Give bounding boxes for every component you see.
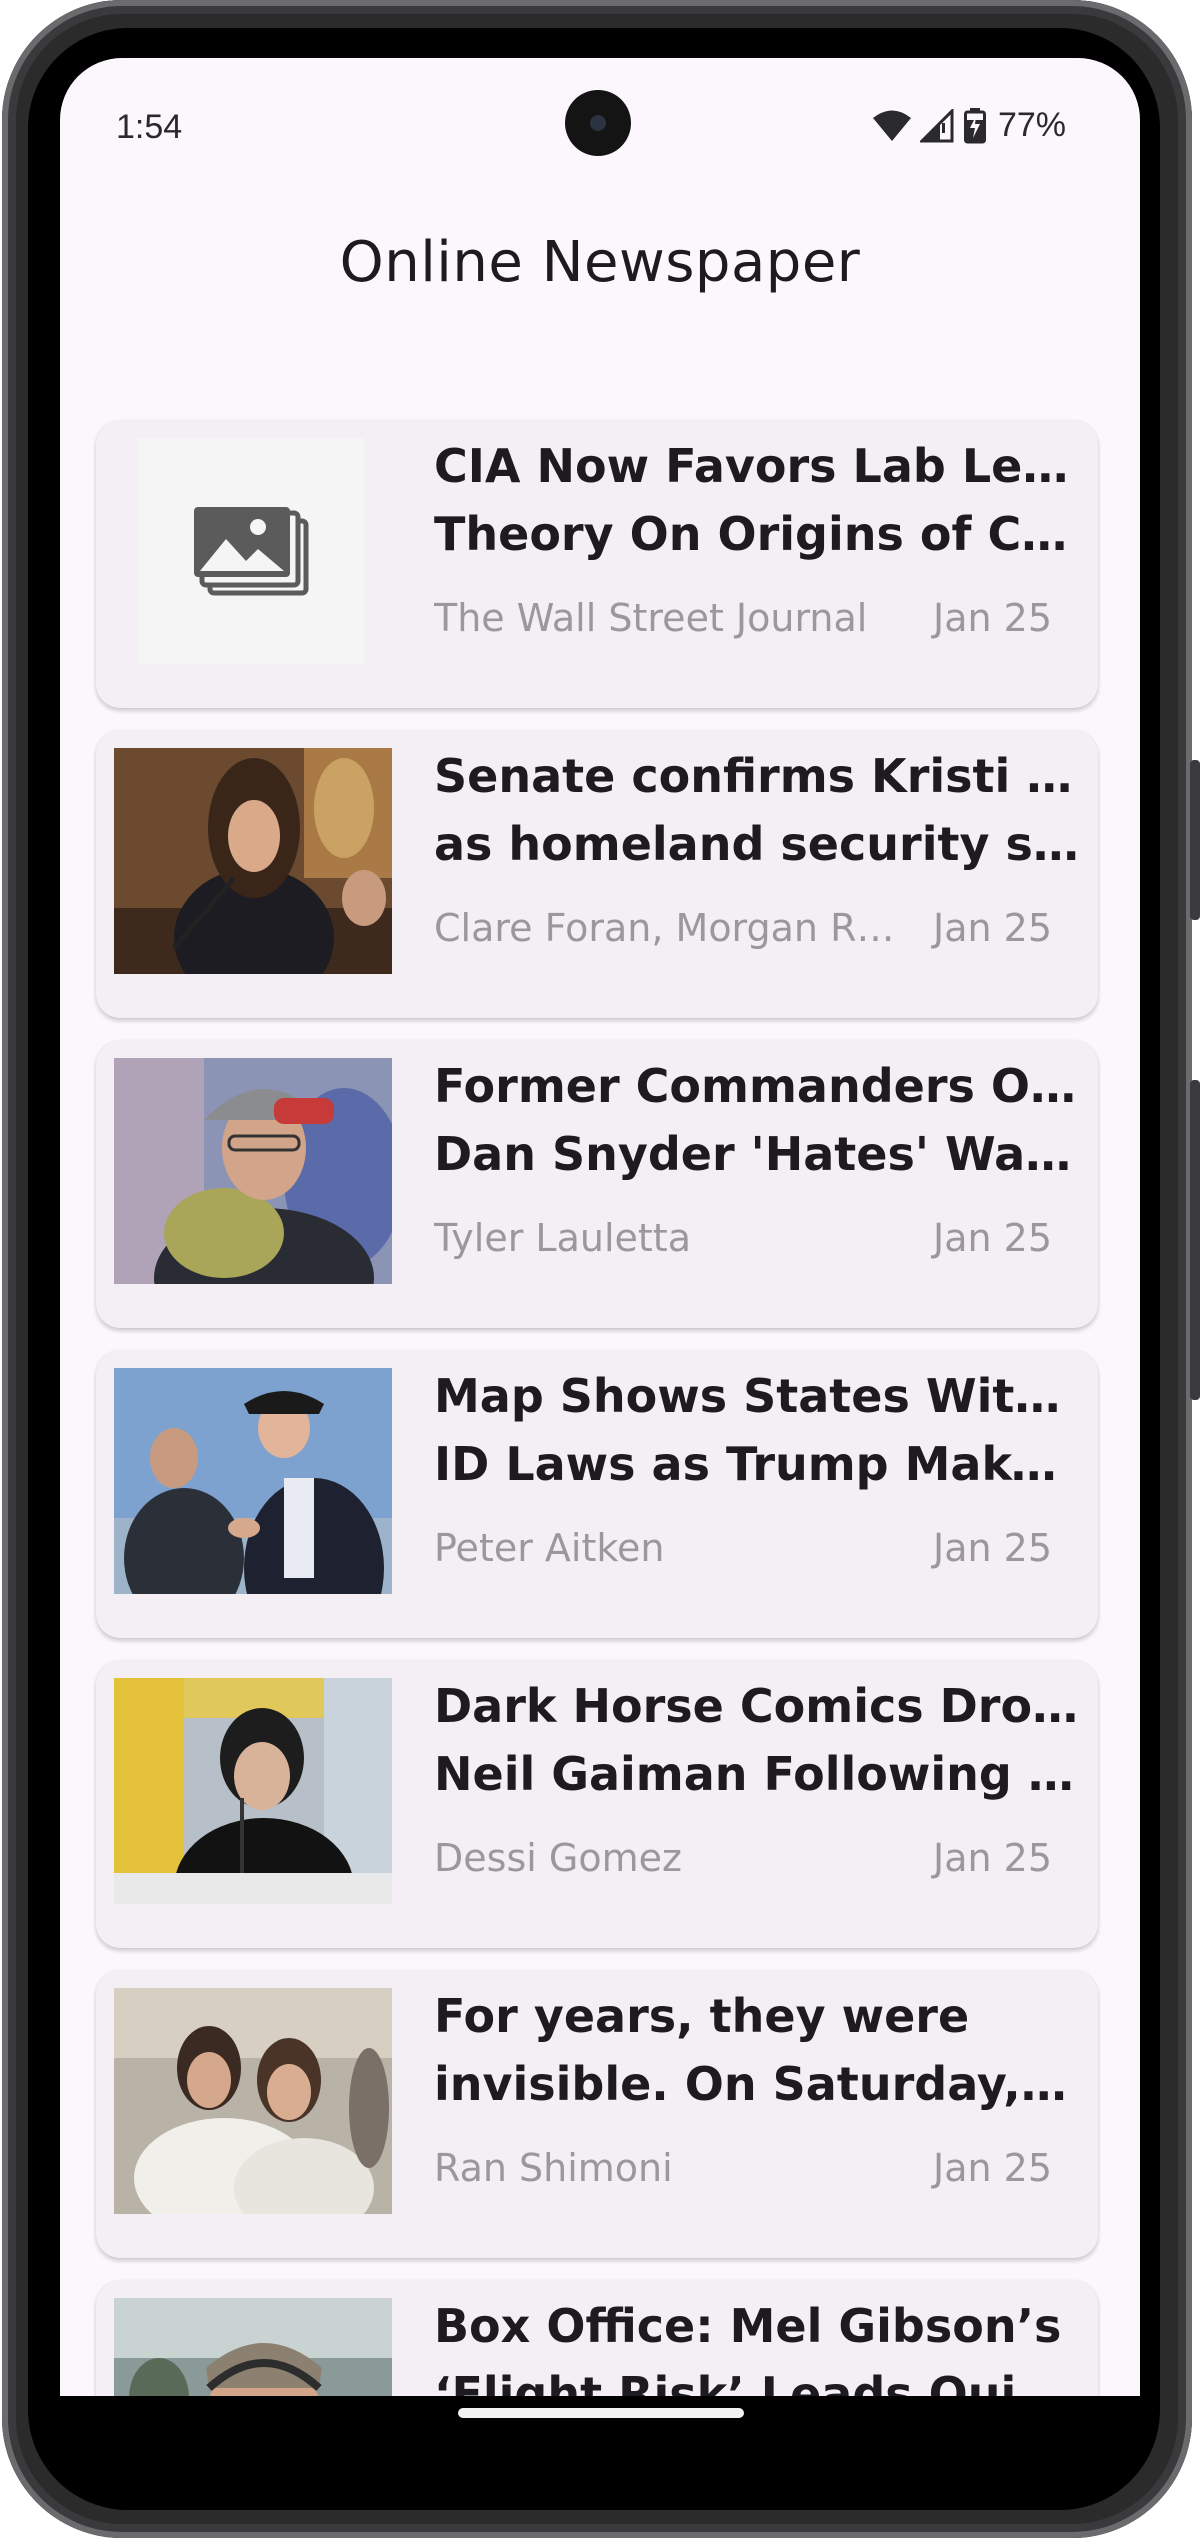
article-author: Tyler Lauletta (434, 1216, 691, 1260)
cell-signal-icon (919, 108, 954, 142)
headline-line: Box Office: Mel Gibson’s (434, 2299, 1062, 2353)
headline-line: ‘Flight Risk’ Leads Quiet We… (434, 2367, 1079, 2396)
volume-button (1190, 1080, 1200, 1400)
headline-line: Neil Gaiman Following Sexu… (434, 1747, 1079, 1801)
article-headline: Box Office: Mel Gibson’s ‘Flight Risk’ L… (434, 2292, 1079, 2396)
article-headline: For years, they were invisible. On Satur… (434, 1982, 1079, 2118)
article-author: Ran Shimoni (434, 2146, 673, 2190)
headline-line: Senate confirms Kristi Noem (434, 749, 1079, 803)
article-author: Clare Foran, Morgan Rim… (434, 906, 904, 950)
status-bar: 1:54 77% (60, 58, 1140, 188)
image-placeholder-icon (138, 438, 364, 664)
power-button (1190, 760, 1200, 920)
article-thumbnail (114, 1368, 392, 1594)
phone-device: 1:54 77% Online Newspaper CIA Now Favors… (0, 0, 1200, 2541)
page-title: Online Newspaper (339, 230, 861, 295)
article-date: Jan 25 (932, 596, 1052, 640)
battery-charging-icon (963, 107, 986, 143)
wifi-icon (872, 110, 911, 141)
article-date: Jan 25 (932, 1216, 1052, 1260)
article-card[interactable]: Senate confirms Kristi Noem as homeland … (96, 730, 1098, 1018)
article-author: Peter Aitken (434, 1526, 665, 1570)
article-card[interactable]: CIA Now Favors Lab Leak Theory On Origin… (96, 420, 1098, 708)
headline-line: Theory On Origins of Covid-… (434, 507, 1079, 561)
article-date: Jan 25 (932, 906, 1052, 950)
article-card[interactable]: For years, they were invisible. On Satur… (96, 1970, 1098, 2258)
headline-line: invisible. On Saturday, all of… (434, 2057, 1079, 2111)
headline-line: CIA Now Favors Lab Leak (434, 439, 1079, 493)
article-card[interactable]: Former Commanders Owner Dan Snyder 'Hate… (96, 1040, 1098, 1328)
article-headline: Former Commanders Owner Dan Snyder 'Hate… (434, 1052, 1079, 1188)
article-date: Jan 25 (932, 1526, 1052, 1570)
article-thumbnail (114, 2298, 392, 2396)
article-date: Jan 25 (932, 2146, 1052, 2190)
headline-line: For years, they were (434, 1989, 970, 2043)
home-gesture-handle[interactable] (458, 2408, 744, 2418)
system-navigation-bar (60, 2396, 1140, 2458)
article-headline: Senate confirms Kristi Noem as homeland … (434, 742, 1079, 878)
article-author: The Wall Street Journal (434, 596, 868, 640)
headline-line: Dark Horse Comics Drops (434, 1679, 1079, 1733)
article-headline: CIA Now Favors Lab Leak Theory On Origin… (434, 432, 1079, 568)
article-thumbnail (114, 1988, 392, 2214)
article-thumbnail (114, 1678, 392, 1904)
article-card[interactable]: Dark Horse Comics Drops Neil Gaiman Foll… (96, 1660, 1098, 1948)
front-camera (565, 90, 631, 156)
screen: 1:54 77% Online Newspaper CIA Now Favors… (60, 58, 1140, 2396)
article-author: Dessi Gomez (434, 1836, 682, 1880)
article-headline: Map Shows States With Voter ID Laws as T… (434, 1362, 1079, 1498)
headline-line: Dan Snyder 'Hates' Washing… (434, 1127, 1079, 1181)
status-time: 1:54 (116, 108, 183, 146)
headline-line: as homeland security secre… (434, 817, 1079, 871)
article-thumbnail (114, 748, 392, 974)
article-thumbnail (114, 1058, 392, 1284)
headline-line: ID Laws as Trump Makes D… (434, 1437, 1079, 1491)
headline-line: Former Commanders Owner (434, 1059, 1079, 1113)
article-card[interactable]: Box Office: Mel Gibson’s ‘Flight Risk’ L… (96, 2280, 1098, 2396)
headline-line: Map Shows States With Voter (434, 1369, 1079, 1423)
article-date: Jan 25 (932, 1836, 1052, 1880)
article-card[interactable]: Map Shows States With Voter ID Laws as T… (96, 1350, 1098, 1638)
article-headline: Dark Horse Comics Drops Neil Gaiman Foll… (434, 1672, 1079, 1808)
status-icons: 77% (872, 106, 1066, 145)
battery-percentage: 77% (997, 106, 1066, 144)
